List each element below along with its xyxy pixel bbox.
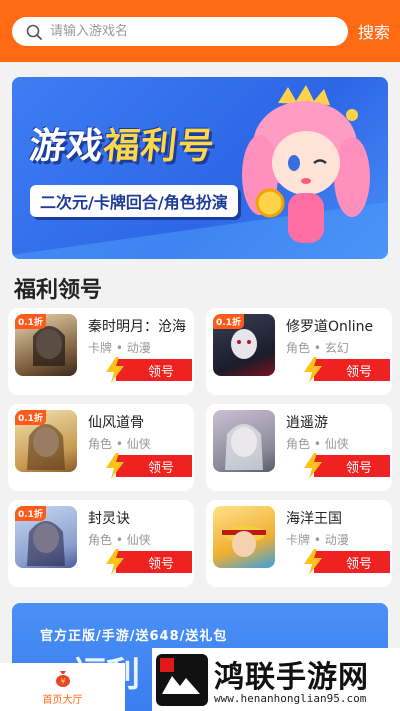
game-card[interactable]: 0.1折 修罗道Online 角色 • 玄幻 领号 [206, 308, 392, 395]
claim-button[interactable]: 领号 [116, 551, 192, 573]
banner-title-part1: 游戏 [27, 126, 106, 167]
search-box[interactable] [12, 17, 348, 46]
lightning-icon [304, 549, 322, 575]
money-bag-icon: ¥ [55, 671, 70, 687]
anime-girl-illustration [242, 85, 370, 243]
lightning-icon [106, 453, 124, 479]
game-name: 秦时明月：沧海 [88, 319, 186, 335]
promo-text: 官方正版/手游/送648/送礼包 [40, 629, 228, 644]
discount-tag: 0.1折 [15, 314, 46, 329]
watermark-text: 鸿联手游网 [214, 660, 369, 695]
promo-banner[interactable]: 游戏福利号 二次元/卡牌回合/角色扮演 [12, 77, 388, 259]
game-card[interactable]: 海洋王国 卡牌 • 动漫 领号 [206, 500, 392, 587]
game-meta: 角色 • 仙侠 [286, 437, 349, 451]
game-meta: 角色 • 仙侠 [88, 437, 151, 451]
lightning-icon [304, 357, 322, 383]
lightning-icon [106, 549, 124, 575]
watermark-logo [156, 654, 208, 706]
game-thumbnail: 0.1折 [15, 410, 77, 472]
lightning-icon [106, 357, 124, 383]
lightning-icon [304, 453, 322, 479]
discount-tag: 0.1折 [15, 410, 46, 425]
game-art [222, 526, 266, 557]
game-art [225, 424, 263, 470]
game-name: 仙风道骨 [88, 415, 144, 431]
game-meta: 角色 • 仙侠 [88, 533, 151, 547]
game-thumbnail: 0.1折 [213, 314, 275, 376]
banner-title: 游戏福利号 [27, 117, 217, 169]
banner-subtitle: 二次元/卡牌回合/角色扮演 [30, 185, 238, 217]
game-card[interactable]: 0.1折 封灵诀 角色 • 仙侠 领号 [8, 500, 194, 587]
svg-text:¥: ¥ [60, 677, 65, 686]
banner-title-part2: 福利号 [101, 126, 217, 167]
watermark-url: www.henanhonglian95.com [214, 692, 367, 705]
claim-button[interactable]: 领号 [314, 551, 390, 573]
game-name: 逍遥游 [286, 415, 328, 431]
section-title: 福利领号 [14, 278, 103, 303]
search-icon [26, 24, 42, 40]
game-meta: 卡牌 • 动漫 [286, 533, 349, 547]
game-name: 修罗道Online [286, 319, 374, 335]
game-thumbnail [213, 506, 275, 568]
claim-button[interactable]: 领号 [314, 359, 390, 381]
app-header: 搜索 [0, 0, 400, 62]
search-input[interactable] [50, 24, 300, 39]
game-card[interactable]: 0.1折 秦时明月：沧海 卡牌 • 动漫 领号 [8, 308, 194, 395]
discount-tag: 0.1折 [213, 314, 244, 329]
game-thumbnail: 0.1折 [15, 314, 77, 376]
claim-button[interactable]: 领号 [314, 455, 390, 477]
game-card[interactable]: 0.1折 仙风道骨 角色 • 仙侠 领号 [8, 404, 194, 491]
game-card[interactable]: 逍遥游 角色 • 仙侠 领号 [206, 404, 392, 491]
watermark: 鸿联手游网 www.henanhonglian95.com [152, 648, 400, 711]
claim-button[interactable]: 领号 [116, 359, 192, 381]
search-button[interactable]: 搜索 [358, 19, 390, 43]
game-thumbnail: 0.1折 [15, 506, 77, 568]
game-meta: 角色 • 玄幻 [286, 341, 349, 355]
bottom-nav-home[interactable]: ¥ 首页大厅 [0, 663, 125, 711]
game-meta: 卡牌 • 动漫 [88, 341, 151, 355]
claim-button[interactable]: 领号 [116, 455, 192, 477]
discount-tag: 0.1折 [15, 506, 46, 521]
game-name: 封灵诀 [88, 511, 130, 527]
bottom-nav-label: 首页大厅 [42, 695, 83, 706]
game-name: 海洋王国 [286, 511, 342, 527]
game-thumbnail [213, 410, 275, 472]
